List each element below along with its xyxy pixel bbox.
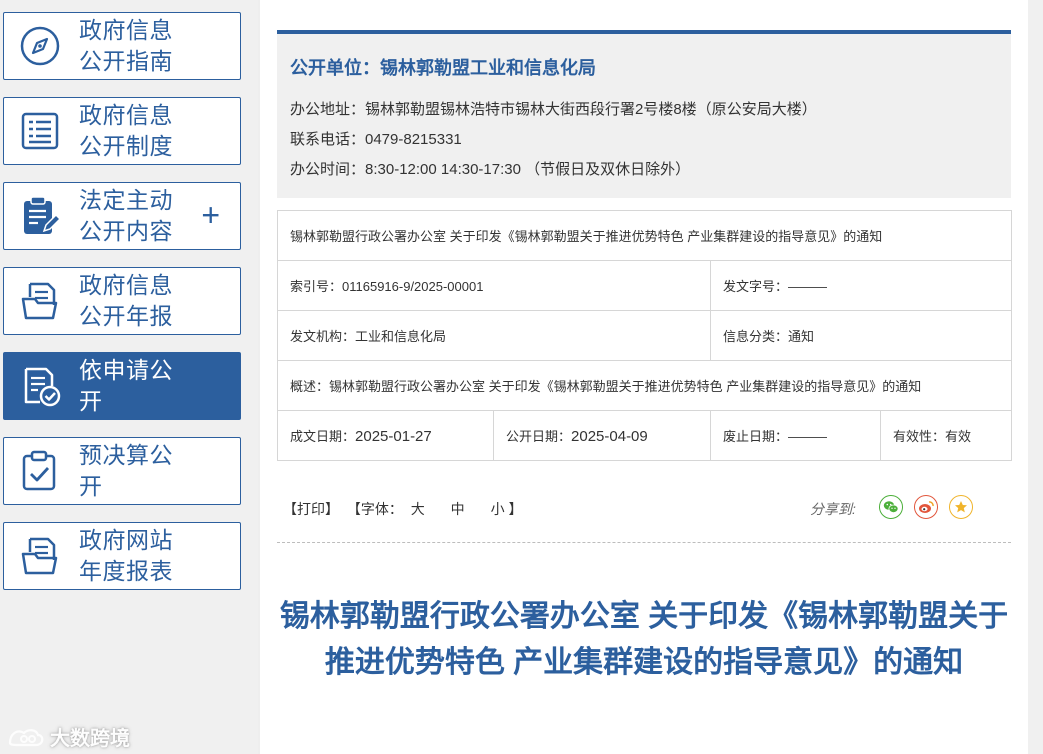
unit-title: 公开单位：锡林郭勒盟工业和信息化局 bbox=[290, 58, 596, 78]
folder-document-icon bbox=[17, 533, 63, 579]
list-document-icon bbox=[17, 108, 63, 154]
sidebar-item-budget-disclosure[interactable]: 预决算公开 bbox=[3, 437, 241, 505]
font-size-label: 【字体： bbox=[346, 501, 403, 517]
table-row: 发文机构：工业和信息化局 信息分类：通知 bbox=[277, 310, 1013, 361]
sidebar-item-label: 政府信息 公开制度 bbox=[79, 102, 173, 159]
meta-docno: 发文字号：——— bbox=[709, 260, 1013, 311]
meta-issuer-value: 工业和信息化局 bbox=[355, 329, 447, 344]
favorite-star-icon[interactable] bbox=[949, 495, 973, 519]
meta-category-value: 通知 bbox=[788, 329, 815, 344]
unit-hours: 办公时间：8:30-12:00 14:30-17:30 （节假日及双休日除外） bbox=[290, 161, 691, 178]
sidebar-item-disclosure-guide[interactable]: 政府信息 公开指南 bbox=[3, 12, 241, 80]
share-label: 分享到: bbox=[810, 501, 856, 517]
document-meta-table: 锡林郭勒盟行政公署办公室 关于印发《锡林郭勒盟关于推进优势特色 产业集群建设的指… bbox=[276, 210, 1013, 461]
expand-plus-icon[interactable]: + bbox=[201, 197, 220, 233]
table-row: 锡林郭勒盟行政公署办公室 关于印发《锡林郭勒盟关于推进优势特色 产业集群建设的指… bbox=[276, 210, 1013, 261]
sidebar-item-label: 法定主动 公开内容 bbox=[79, 187, 173, 244]
sidebar-item-disclosure-system[interactable]: 政府信息 公开制度 bbox=[3, 97, 241, 165]
meta-created-value: 2025-01-27 bbox=[355, 428, 432, 445]
meta-created-date: 成文日期：2025-01-27 bbox=[277, 410, 494, 461]
watermark-text: 大数跨境 bbox=[50, 728, 130, 750]
unit-phone: 联系电话：0479-8215331 bbox=[290, 131, 462, 148]
font-medium-button[interactable]: 中 bbox=[451, 501, 465, 517]
meta-title: 锡林郭勒盟行政公署办公室 关于印发《锡林郭勒盟关于推进优势特色 产业集群建设的指… bbox=[276, 210, 1013, 261]
meta-published-value: 2025-04-09 bbox=[571, 428, 648, 445]
sidebar-item-website-annual-report[interactable]: 政府网站 年度报表 bbox=[3, 522, 241, 590]
clipboard-check-icon bbox=[17, 448, 63, 494]
meta-expired-date: 废止日期：——— bbox=[710, 410, 881, 461]
meta-expired-value: ——— bbox=[788, 429, 828, 444]
meta-issuer: 发文机构：工业和信息化局 bbox=[277, 310, 711, 361]
sidebar-item-annual-report[interactable]: 政府信息 公开年报 bbox=[3, 267, 241, 335]
clipboard-edit-icon bbox=[17, 193, 63, 239]
sidebar-item-label: 依申请公开 bbox=[79, 357, 173, 414]
watermark-logo-icon bbox=[8, 728, 44, 746]
article-toolbar: 【打印】 【字体： 大 中 小 】 分享到: bbox=[277, 495, 1011, 525]
font-large-button[interactable]: 大 bbox=[411, 501, 425, 517]
table-row: 成文日期：2025-01-27 公开日期：2025-04-09 废止日期：———… bbox=[277, 410, 1013, 461]
meta-validity: 有效性：有效 bbox=[879, 410, 1013, 461]
meta-summary: 概述：锡林郭勒盟行政公署办公室 关于印发《锡林郭勒盟关于推进优势特色 产业集群建… bbox=[276, 360, 1013, 411]
toolbar-left: 【打印】 【字体： 大 中 小 】 bbox=[283, 499, 522, 519]
sidebar: 政府信息 公开指南 政府信息 公开制度 法定主动 公开内容 + 政府信息 公开年报 依申… bbox=[0, 0, 258, 754]
compass-icon bbox=[17, 23, 63, 69]
meta-docno-value: ——— bbox=[788, 279, 828, 294]
watermark: 大数跨境 bbox=[6, 722, 130, 751]
wechat-icon[interactable] bbox=[879, 495, 903, 519]
unit-info-box: 公开单位：锡林郭勒盟工业和信息化局 办公地址：锡林郭勒盟锡林浩特市锡林大街西段行… bbox=[277, 30, 1011, 198]
sidebar-item-label: 政府信息 公开指南 bbox=[79, 17, 173, 74]
meta-published-date: 公开日期：2025-04-09 bbox=[493, 410, 711, 461]
sidebar-item-label: 政府信息 公开年报 bbox=[79, 272, 173, 329]
document-title: 锡林郭勒盟行政公署办公室 关于印发《锡林郭勒盟关于推进优势特色 产业集群建设的指… bbox=[279, 600, 1009, 679]
meta-index: 索引号：01165916-9/2025-00001 bbox=[277, 260, 711, 311]
table-row: 索引号：01165916-9/2025-00001 发文字号：——— bbox=[277, 260, 1013, 311]
table-row: 概述：锡林郭勒盟行政公署办公室 关于印发《锡林郭勒盟关于推进优势特色 产业集群建… bbox=[276, 360, 1013, 411]
font-size-suffix: 】 bbox=[508, 501, 523, 517]
unit-address: 办公地址：锡林郭勒盟锡林浩特市锡林大街西段行署2号楼8楼（原公安局大楼） bbox=[290, 101, 817, 118]
print-button[interactable]: 【打印】 bbox=[283, 501, 339, 517]
sidebar-item-statutory-content[interactable]: 法定主动 公开内容 + bbox=[3, 182, 241, 250]
folder-document-icon bbox=[17, 278, 63, 324]
sidebar-item-label: 预决算公开 bbox=[79, 442, 173, 499]
weibo-icon[interactable] bbox=[914, 495, 938, 519]
meta-validity-value: 有效 bbox=[945, 429, 972, 444]
document-check-icon bbox=[17, 363, 63, 409]
font-small-button[interactable]: 小 bbox=[491, 501, 505, 517]
main-content: 公开单位：锡林郭勒盟工业和信息化局 办公地址：锡林郭勒盟锡林浩特市锡林大街西段行… bbox=[260, 0, 1028, 754]
sidebar-item-by-application[interactable]: 依申请公开 bbox=[3, 352, 241, 420]
meta-index-value: 01165916-9/2025-00001 bbox=[342, 279, 484, 294]
divider bbox=[277, 542, 1011, 543]
sidebar-item-label: 政府网站 年度报表 bbox=[79, 527, 173, 584]
scrollbar[interactable] bbox=[1028, 0, 1043, 754]
meta-category: 信息分类：通知 bbox=[709, 310, 1013, 361]
